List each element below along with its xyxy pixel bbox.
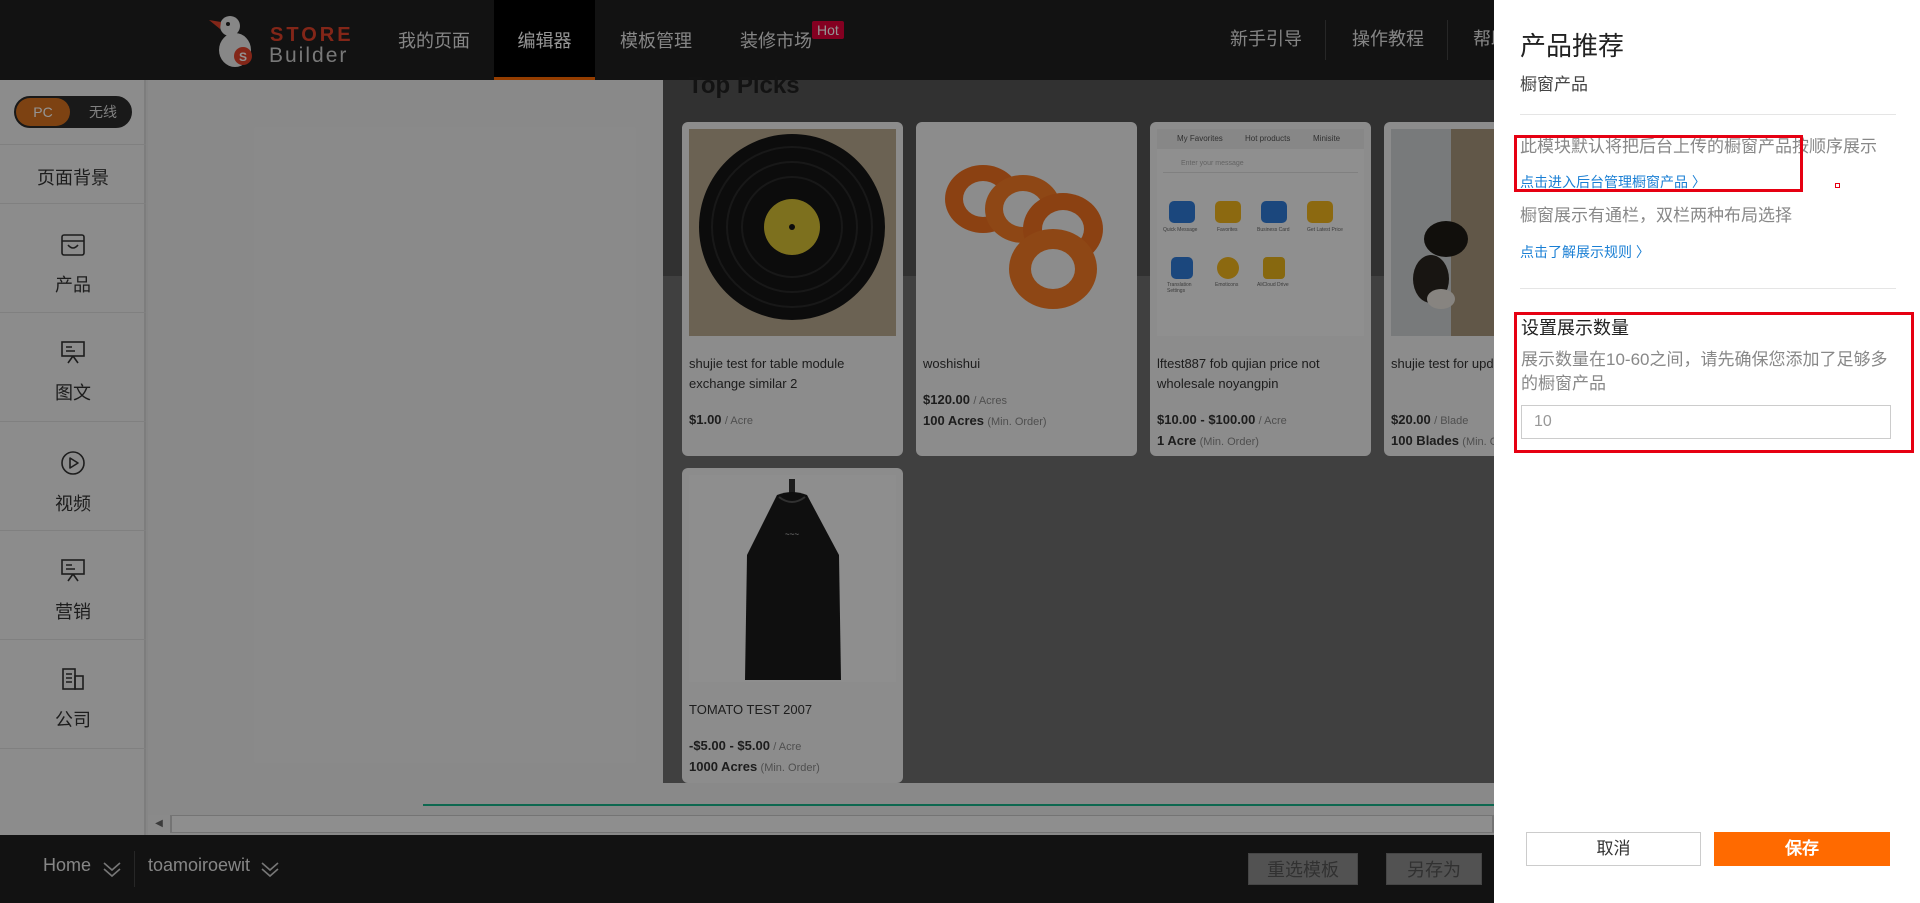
cursor-marker [1835, 183, 1840, 188]
chevron-right-icon: 〉 [1635, 244, 1650, 260]
panel-title: 产品推荐 [1520, 31, 1625, 61]
save-button[interactable]: 保存 [1714, 832, 1890, 866]
panel-subtitle: 橱窗产品 [1520, 75, 1588, 94]
cancel-button[interactable]: 取消 [1526, 832, 1701, 866]
panel-divider [1520, 114, 1896, 115]
product-recommend-settings-panel: 产品推荐 橱窗产品 此模块默认将把后台上传的橱窗产品按顺序展示 点击进入后台管理… [1494, 0, 1920, 903]
display-rules-link[interactable]: 点击了解展示规则 〉 [1520, 242, 1650, 262]
panel-divider [1520, 288, 1896, 289]
highlight-box [1514, 135, 1803, 192]
modal-overlay[interactable] [0, 0, 1494, 903]
highlight-box [1514, 312, 1914, 453]
layout-description: 橱窗展示有通栏，双栏两种布局选择 [1520, 206, 1792, 225]
link-label: 点击了解展示规则 [1520, 244, 1632, 260]
